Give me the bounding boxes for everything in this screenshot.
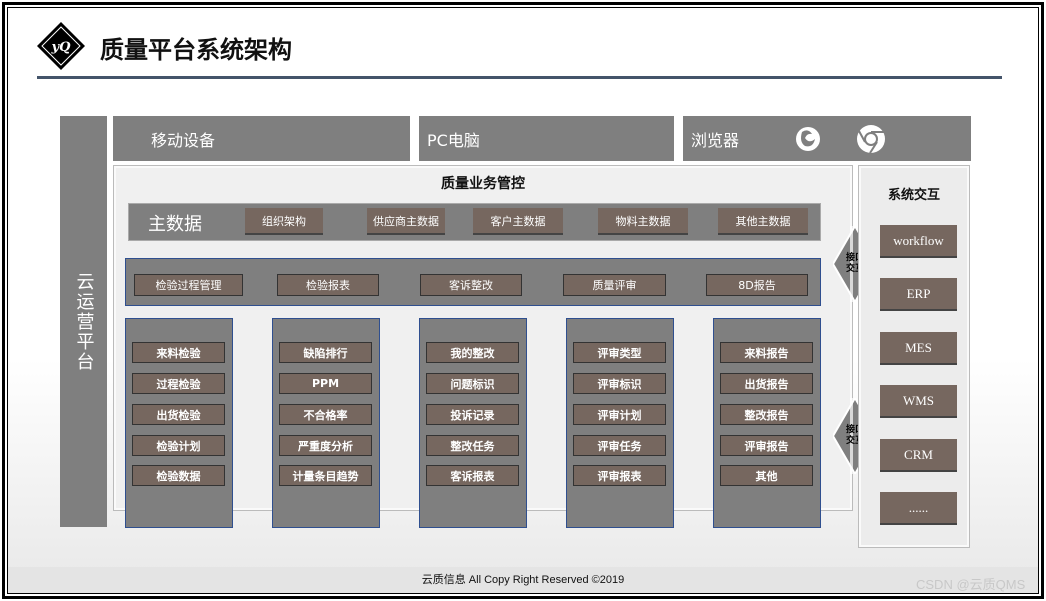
- module-item: 检验报表: [277, 274, 379, 296]
- function-item: 不合格率: [279, 404, 372, 425]
- function-item: 我的整改: [426, 342, 519, 363]
- function-column: 来料报告出货报告整改报告评审报告其他: [713, 318, 821, 528]
- mobile-device-box: 移动设备: [113, 116, 410, 161]
- module-item: 8D报告: [706, 274, 808, 296]
- function-item: 出货报告: [720, 373, 813, 394]
- system-item: ERP: [880, 278, 957, 311]
- page-title: 质量平台系统架构: [100, 36, 292, 64]
- function-item: 检验计划: [132, 435, 225, 456]
- pc-label: PC电脑: [427, 130, 480, 150]
- chrome-icon: [857, 125, 885, 154]
- function-item: 整改报告: [720, 404, 813, 425]
- function-column: 我的整改问题标识投诉记录整改任务客诉报表: [419, 318, 527, 528]
- function-item: 整改任务: [426, 435, 519, 456]
- function-item: 出货检验: [132, 404, 225, 425]
- system-item: CRM: [880, 439, 957, 472]
- function-column: 来料检验过程检验出货检验检验计划检验数据: [125, 318, 233, 528]
- footer: 云质信息 All Copy Right Reserved ©2019: [8, 567, 1038, 593]
- system-item: ......: [880, 492, 957, 525]
- browser-box: 浏览器: [683, 116, 971, 161]
- function-item: 来料报告: [720, 342, 813, 363]
- module-item: 质量评审: [563, 274, 666, 296]
- title-divider: [37, 76, 1002, 79]
- function-item: 过程检验: [132, 373, 225, 394]
- master-data-item: 物料主数据: [598, 208, 688, 235]
- function-column: 缺陷排行 PPM 不合格率严重度分析计量条目趋势: [272, 318, 380, 528]
- master-data-item: 其他主数据: [718, 208, 808, 235]
- function-item: 严重度分析: [279, 435, 372, 456]
- function-item: 检验数据: [132, 465, 225, 486]
- watermark: CSDN @云质QMS: [916, 577, 1026, 592]
- function-item: 来料检验: [132, 342, 225, 363]
- function-item: 评审计划: [573, 404, 666, 425]
- firefox-icon: [796, 127, 820, 151]
- system-item: WMS: [880, 385, 957, 418]
- function-item: 评审类型: [573, 342, 666, 363]
- function-item: 其他: [720, 465, 813, 486]
- function-item: 问题标识: [426, 373, 519, 394]
- master-data-item: 客户主数据: [473, 208, 563, 235]
- function-item: PPM: [279, 373, 372, 394]
- logo-icon: yQ: [37, 22, 85, 70]
- pc-box: PC电脑: [419, 116, 674, 161]
- module-item: 检验过程管理: [134, 274, 243, 296]
- function-item: 计量条目趋势: [279, 465, 372, 486]
- function-item: 缺陷排行: [279, 342, 372, 363]
- function-column: 评审类型评审标识评审计划评审任务评审报表: [566, 318, 674, 528]
- master-data-label: 主数据: [148, 214, 202, 235]
- function-item: 投诉记录: [426, 404, 519, 425]
- function-item: 评审任务: [573, 435, 666, 456]
- system-item: MES: [880, 332, 957, 365]
- business-control-title: 质量业务管控: [441, 176, 525, 192]
- function-item: 评审报告: [720, 435, 813, 456]
- master-data-item: 供应商主数据: [367, 208, 445, 235]
- cloud-ops-platform-bar: 云运营平台: [60, 116, 107, 527]
- svg-text:yQ: yQ: [51, 40, 72, 55]
- function-item: 评审标识: [573, 373, 666, 394]
- function-item: 客诉报表: [426, 465, 519, 486]
- module-item: 客诉整改: [420, 274, 522, 296]
- mobile-device-label: 移动设备: [151, 130, 216, 150]
- master-data-item: 组织架构: [245, 208, 323, 235]
- cloud-ops-label: 云运营平台: [73, 271, 95, 372]
- system-item: workflow: [880, 225, 957, 258]
- function-item: 评审报表: [573, 465, 666, 486]
- browser-label: 浏览器: [691, 130, 740, 150]
- system-interaction-title: 系统交互: [887, 188, 940, 203]
